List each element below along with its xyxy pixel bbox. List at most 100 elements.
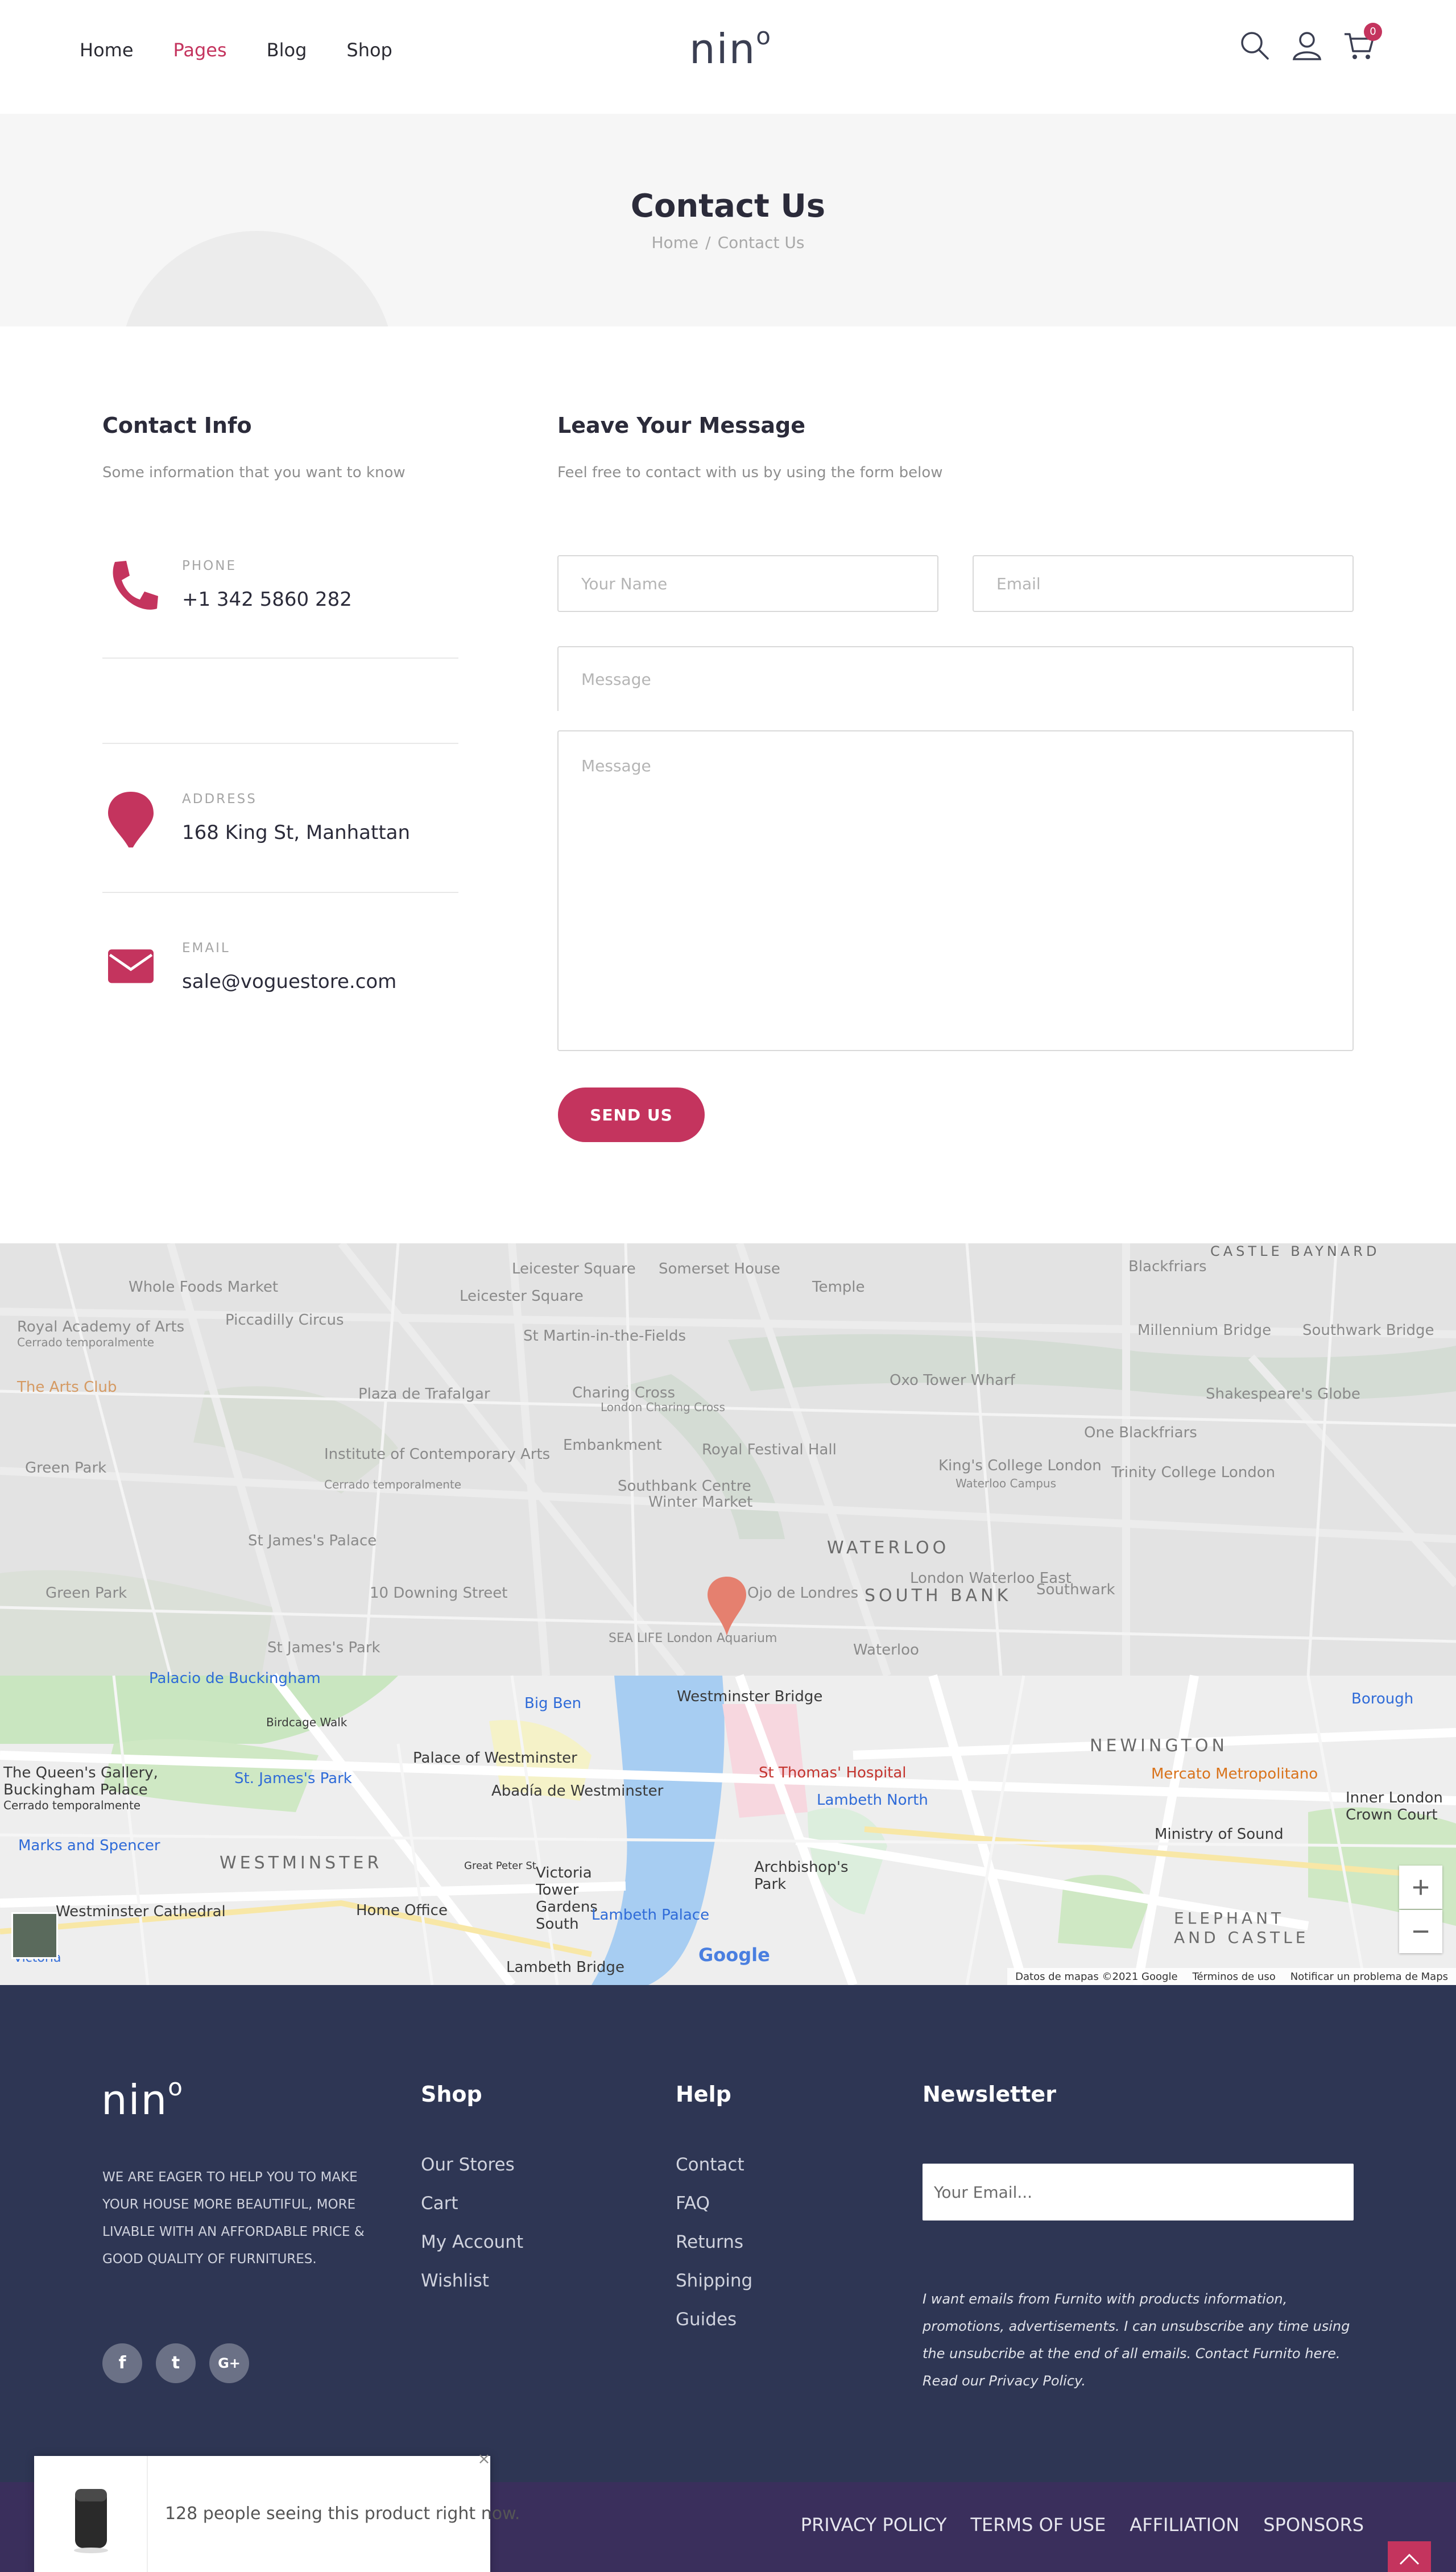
message-textarea[interactable] (557, 730, 1354, 1051)
breadcrumb: Home / Contact Us (0, 233, 1456, 252)
nav-shop[interactable]: Shop (346, 34, 392, 66)
terms-of-use-link[interactable]: TERMS OF USE (970, 2514, 1106, 2536)
email-value[interactable]: sale@voguestore.com (182, 970, 396, 993)
map-label: Birdcage Walk (266, 1715, 348, 1729)
map-label: Green Park (46, 1585, 127, 1602)
product-thumbnail[interactable] (34, 2456, 148, 2572)
affiliation-link[interactable]: AFFILIATION (1130, 2514, 1239, 2536)
sponsors-link[interactable]: SPONSORS (1263, 2514, 1364, 2536)
contact-email: EMAIL sale@voguestore.com (102, 940, 458, 1008)
map-label: Palacio de Buckingham (149, 1670, 321, 1687)
page-title: Contact Us (630, 188, 826, 225)
map-label: One Blackfriars (1084, 1424, 1197, 1441)
close-icon[interactable]: × (475, 2450, 493, 2467)
footer-link-my-account[interactable]: My Account (421, 2223, 523, 2261)
map-data-credit: Datos de mapas ©2021 Google (1015, 1970, 1178, 1983)
user-icon[interactable] (1291, 30, 1323, 61)
map-label: Trinity College London (1111, 1464, 1276, 1481)
footer-link-returns[interactable]: Returns (676, 2223, 752, 2261)
cart-icon[interactable]: 0 (1343, 23, 1382, 61)
footer-link-faq[interactable]: FAQ (676, 2184, 752, 2223)
footer-link-contact[interactable]: Contact (676, 2145, 752, 2184)
location-pin-icon (108, 792, 154, 847)
nav-home[interactable]: Home (80, 34, 134, 66)
map-label: Somerset House (659, 1260, 780, 1277)
map-label: Waterloo Campus (956, 1477, 1057, 1490)
footer-logo[interactable]: nino (101, 2073, 184, 2124)
map-label: Abadía de Westminster (491, 1783, 664, 1800)
map-label: King's College London (938, 1457, 1102, 1474)
map-report-link[interactable]: Notificar un problema de Maps (1290, 1971, 1448, 1983)
map-district: WESTMINSTER (220, 1853, 383, 1873)
map-terms-link[interactable]: Términos de uso (1193, 1971, 1276, 1983)
map-label: Plaza de Trafalgar (358, 1386, 490, 1403)
footer-newsletter-heading: Newsletter (923, 2082, 1056, 2107)
map-label: Leicester Square (512, 1260, 636, 1277)
map-label: Borough (1351, 1690, 1414, 1707)
map-label: SEA LIFE London Aquarium (609, 1631, 777, 1645)
divider (102, 892, 458, 893)
map-label: St Thomas' Hospital (759, 1764, 907, 1781)
breadcrumb-separator: / (705, 233, 711, 252)
send-button[interactable]: SEND US (558, 1087, 705, 1142)
email-input[interactable] (973, 555, 1354, 612)
map-attribution: Datos de mapas ©2021 Google Términos de … (1007, 1968, 1456, 1985)
nav-blog[interactable]: Blog (267, 34, 307, 66)
map-district: WATERLOO (827, 1538, 950, 1558)
newsletter-email-input[interactable] (923, 2164, 1354, 2220)
map-label: Big Ben (524, 1695, 582, 1712)
cart-count-badge: 0 (1364, 23, 1382, 41)
envelope-icon (108, 949, 154, 983)
twitter-icon[interactable]: t (156, 2343, 196, 2383)
zoom-out-button[interactable]: − (1399, 1910, 1442, 1953)
map-label: St James's Park (267, 1639, 380, 1656)
footer-link-cart[interactable]: Cart (421, 2184, 523, 2223)
map-label: Palace of Westminster (413, 1750, 577, 1767)
phone-label: PHONE (182, 559, 237, 573)
footer-link-guides[interactable]: Guides (676, 2300, 752, 2339)
search-icon[interactable] (1239, 30, 1271, 61)
map-district: ELEPHANT AND CASTLE (1174, 1909, 1309, 1947)
name-input[interactable] (557, 555, 938, 612)
map-label: Inner London Crown Court (1346, 1789, 1443, 1823)
map-label: Marks and Spencer (18, 1837, 160, 1854)
map-canvas (0, 1243, 1456, 1985)
map-label: Great Peter St (464, 1860, 536, 1872)
map-label: Southwark (1036, 1581, 1115, 1598)
product-image (74, 2489, 108, 2553)
footer-link-wishlist[interactable]: Wishlist (421, 2261, 523, 2300)
map-label: Royal Academy of Arts (17, 1318, 185, 1335)
map-label: Lambeth Bridge (506, 1959, 624, 1976)
site-logo[interactable]: nino (689, 22, 772, 73)
zoom-in-button[interactable]: + (1399, 1866, 1442, 1909)
map-label: London Charing Cross (601, 1400, 725, 1414)
scroll-to-top-button[interactable] (1388, 2541, 1431, 2572)
subject-input[interactable] (557, 646, 1354, 711)
divider (102, 743, 458, 744)
footer-link-our-stores[interactable]: Our Stores (421, 2145, 523, 2184)
breadcrumb-home[interactable]: Home (651, 233, 698, 252)
map-district: NEWINGTON (1090, 1736, 1228, 1756)
site-header: Home Pages Blog Shop nino 0 (0, 0, 1456, 114)
map-label: Royal Festival Hall (702, 1441, 837, 1458)
street-view-thumbnail[interactable] (11, 1912, 58, 1959)
privacy-policy-link[interactable]: PRIVACY POLICY (801, 2514, 947, 2536)
map-label: Institute of Contemporary Arts (324, 1446, 551, 1463)
nav-pages[interactable]: Pages (173, 34, 227, 66)
map-label: Temple (812, 1279, 865, 1296)
chevron-up-icon (1399, 2553, 1420, 2565)
facebook-icon[interactable]: f (102, 2343, 142, 2383)
contact-info-subtitle: Some information that you want to know (102, 464, 406, 481)
phone-icon (113, 561, 158, 610)
map-label: Winter Market (648, 1494, 753, 1511)
phone-value[interactable]: +1 342 5860 282 (182, 588, 352, 611)
google-plus-icon[interactable]: G+ (209, 2343, 249, 2383)
location-map[interactable]: Whole Foods Market Leicester Square Leic… (0, 1243, 1456, 1985)
map-label: Westminster Cathedral (56, 1903, 226, 1920)
address-label: ADDRESS (182, 792, 257, 807)
map-label: Blackfriars (1128, 1258, 1207, 1275)
map-label: Westminster Bridge (677, 1688, 823, 1705)
contact-phone: PHONE +1 342 5860 282 (102, 559, 458, 627)
footer-link-shipping[interactable]: Shipping (676, 2261, 752, 2300)
map-label: Embankment (563, 1437, 662, 1454)
